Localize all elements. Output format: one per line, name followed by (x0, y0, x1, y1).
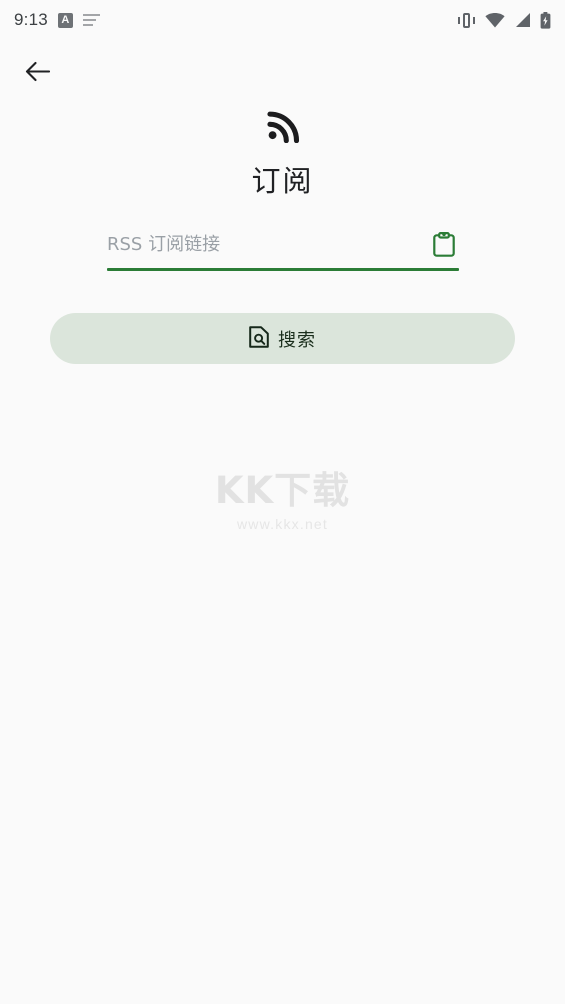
back-button[interactable] (18, 52, 56, 90)
watermark-url: www.kkx.net (237, 516, 328, 532)
vibrate-icon (457, 12, 476, 28)
wifi-icon (485, 12, 505, 28)
rss-feed-icon (265, 108, 300, 144)
status-bar: 9:13 A (0, 0, 565, 40)
battery-charging-icon (540, 11, 551, 29)
rss-url-field-group (107, 220, 459, 271)
search-button-label: 搜索 (278, 329, 316, 351)
keyboard-icon (82, 14, 100, 26)
page-header: 订阅 (0, 108, 565, 200)
cellular-signal-icon (514, 12, 531, 28)
rss-url-field-row (107, 220, 459, 268)
boxed-a-icon: A (57, 12, 73, 28)
status-bar-clock: 9:13 (14, 10, 48, 29)
status-bar-left: 9:13 A (14, 10, 100, 30)
watermark-logo: KK下载 (214, 469, 351, 512)
search-button[interactable]: 搜索 (50, 313, 515, 364)
document-search-icon (249, 326, 269, 351)
status-bar-right (457, 11, 551, 29)
rss-url-underline (107, 268, 459, 271)
back-arrow-icon (25, 61, 50, 81)
watermark: KK下载 www.kkx.net (0, 472, 565, 532)
rss-url-input[interactable] (107, 233, 387, 255)
clipboard-paste-icon[interactable] (429, 227, 459, 261)
page-title: 订阅 (251, 164, 314, 198)
